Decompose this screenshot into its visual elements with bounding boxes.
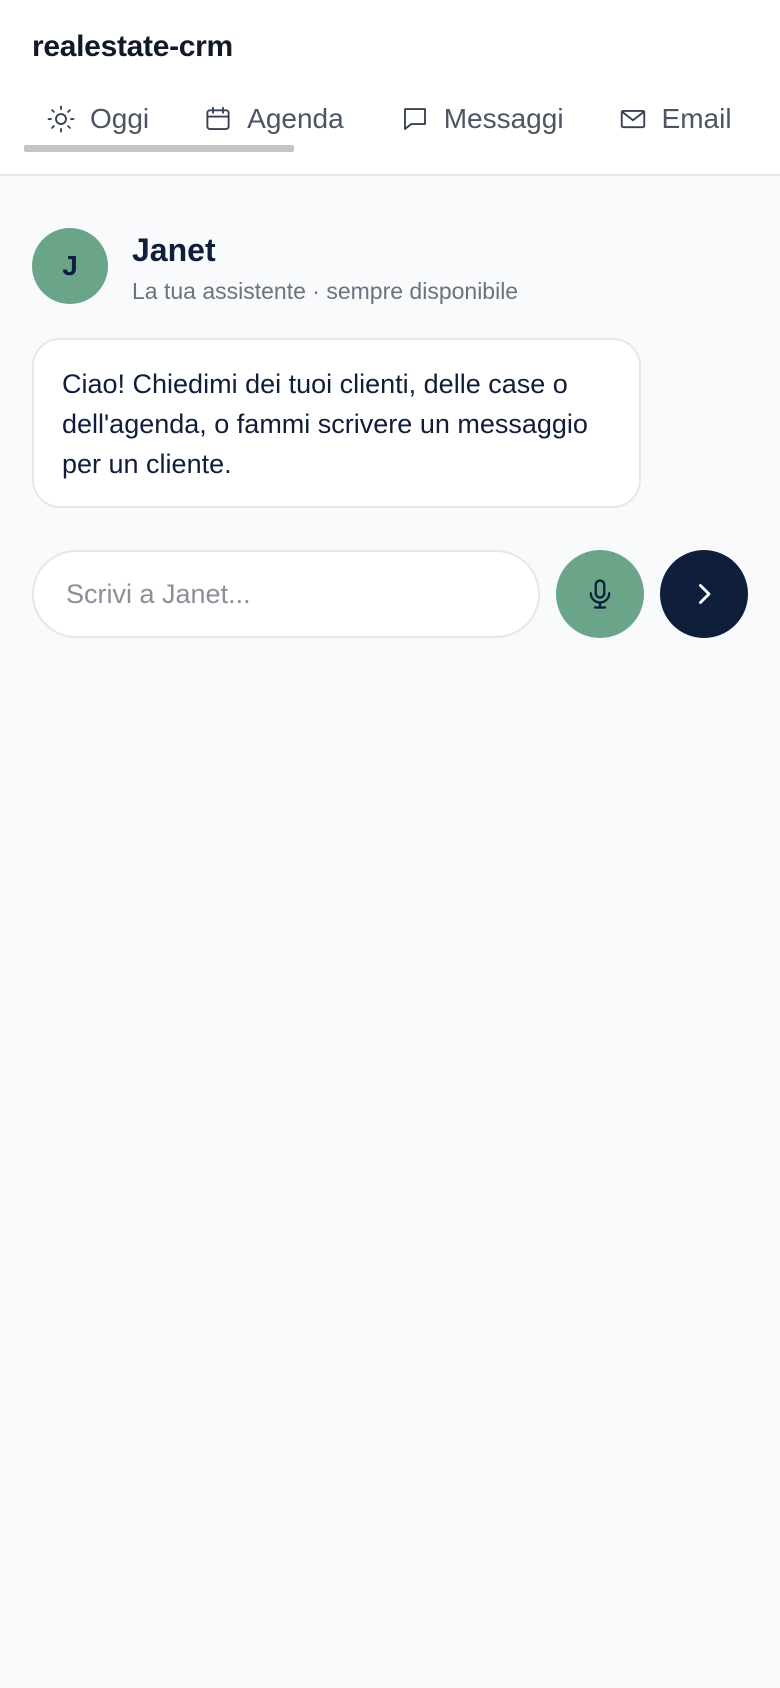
- message-composer: [32, 550, 750, 638]
- tab-oggi[interactable]: Oggi: [46, 96, 149, 142]
- tab-label: Agenda: [247, 103, 344, 134]
- assistant-name: Janet: [132, 232, 216, 268]
- tab-email[interactable]: Email: [618, 96, 732, 142]
- calendar-icon: [203, 104, 233, 134]
- sun-icon: [46, 104, 76, 134]
- assistant-subtitle: La tua assistente · sempre disponibile: [132, 278, 519, 304]
- assistant-message-bubble: Ciao! Chiedimi dei tuoi clienti, delle c…: [32, 338, 641, 508]
- tab-agenda[interactable]: Agenda: [203, 96, 344, 142]
- tab-bar: Oggi Agenda Messaggi Email: [24, 96, 732, 152]
- message-icon: [400, 104, 430, 134]
- send-button[interactable]: [660, 550, 748, 638]
- assistant-header: J Janet La tua assistente · sempre dispo…: [32, 228, 752, 304]
- active-tab-indicator: [24, 145, 294, 152]
- chevron-right-icon: [687, 577, 721, 611]
- avatar: J: [32, 228, 108, 304]
- app-title: realestate-crm: [32, 30, 233, 63]
- mail-icon: [618, 104, 648, 134]
- microphone-button[interactable]: [556, 550, 644, 638]
- tab-label: Messaggi: [443, 103, 564, 134]
- chat-input[interactable]: [32, 550, 540, 638]
- tab-label: Email: [661, 103, 732, 134]
- microphone-icon: [583, 577, 617, 611]
- tab-messaggi[interactable]: Messaggi: [400, 96, 564, 142]
- app-header: realestate-crm Oggi Agenda Messaggi Emai…: [0, 0, 780, 176]
- tab-label: Oggi: [90, 103, 150, 134]
